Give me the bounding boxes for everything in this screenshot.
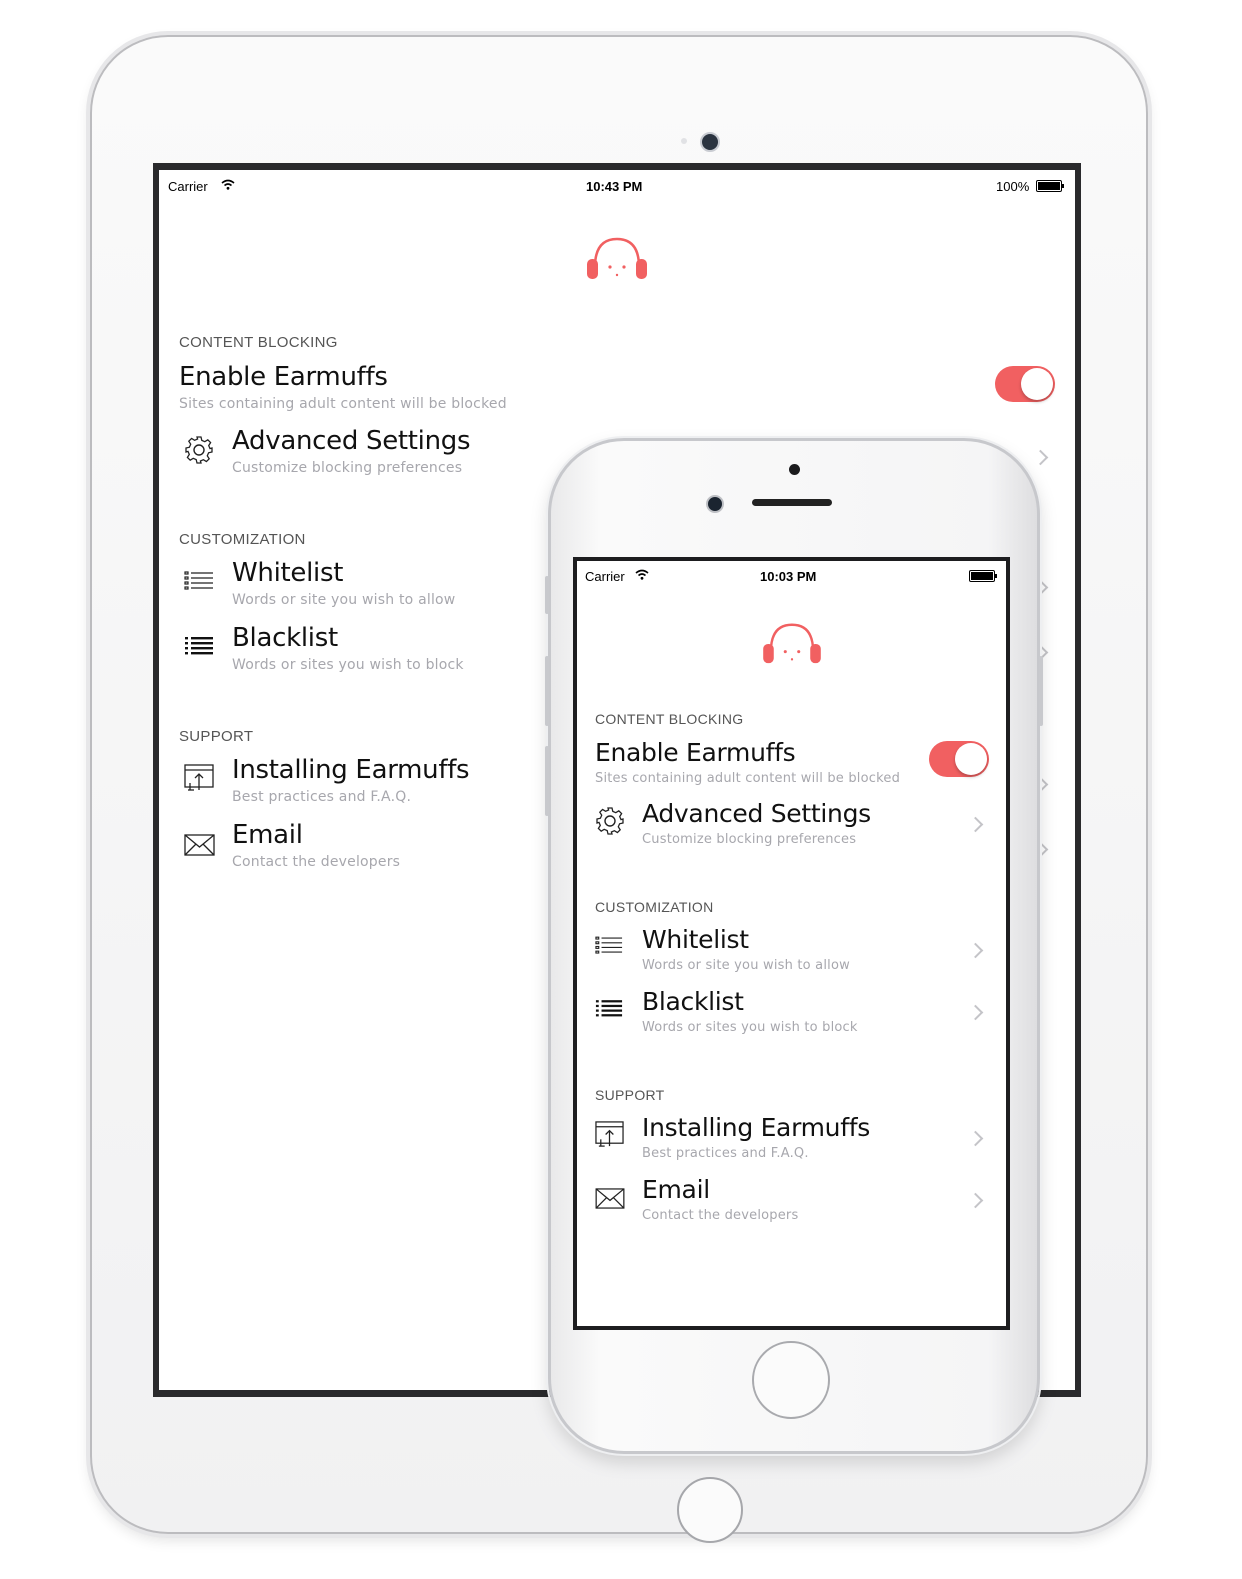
iphone-device-frame: Carrier 10:03 PM CONTENT BLOCKING Enable… xyxy=(545,438,1043,1454)
row-title: Whitelist xyxy=(642,925,749,954)
row-title: Enable Earmuffs xyxy=(595,738,796,767)
envelope-icon xyxy=(595,1188,625,1209)
list-filled-icon xyxy=(185,637,213,655)
row-subtitle: Contact the developers xyxy=(232,854,401,870)
row-title: Blacklist xyxy=(232,623,338,653)
row-subtitle: Customize blocking preferences xyxy=(232,460,463,476)
iphone-camera xyxy=(706,495,724,513)
section-support: SUPPORT xyxy=(179,728,254,745)
enable-earmuffs-toggle[interactable] xyxy=(929,741,989,777)
row-title: Installing Earmuffs xyxy=(642,1113,870,1142)
carrier-label: Carrier xyxy=(585,569,625,584)
row-title: Blacklist xyxy=(642,987,744,1016)
row-subtitle: Contact the developers xyxy=(642,1208,799,1223)
battery-icon xyxy=(969,570,997,582)
chevron-right-icon xyxy=(967,816,984,833)
row-subtitle: Words or site you wish to allow xyxy=(642,958,850,973)
iphone-status-bar: Carrier 10:03 PM xyxy=(577,561,1006,584)
ipad-camera xyxy=(700,132,720,152)
row-subtitle: Best practices and F.A.Q. xyxy=(232,789,412,805)
carrier-label: Carrier xyxy=(168,179,208,194)
row-title: Installing Earmuffs xyxy=(232,755,470,785)
row-subtitle: Best practices and F.A.Q. xyxy=(642,1146,809,1161)
row-title: Advanced Settings xyxy=(232,426,471,456)
iphone-speaker xyxy=(752,499,832,506)
row-subtitle: Words or sites you wish to block xyxy=(642,1020,858,1035)
list-outline-icon xyxy=(184,571,213,590)
chevron-right-icon xyxy=(967,942,984,959)
row-subtitle: Words or sites you wish to block xyxy=(232,657,464,673)
section-content-blocking: CONTENT BLOCKING xyxy=(595,711,744,727)
list-outline-icon xyxy=(595,936,623,954)
iphone-mute-switch xyxy=(545,576,549,614)
install-window-icon xyxy=(595,1121,624,1147)
row-title: Email xyxy=(232,820,303,850)
headphones-face-icon xyxy=(763,623,821,664)
section-content-blocking: CONTENT BLOCKING xyxy=(179,334,338,351)
row-title: Advanced Settings xyxy=(642,799,871,828)
row-subtitle: Sites containing adult content will be b… xyxy=(595,771,901,786)
row-title: Whitelist xyxy=(232,558,344,588)
ipad-home-button[interactable] xyxy=(677,1477,743,1543)
row-title: Email xyxy=(642,1175,710,1204)
chevron-right-icon xyxy=(967,1004,984,1021)
row-title: Enable Earmuffs xyxy=(179,362,388,392)
row-subtitle: Words or site you wish to allow xyxy=(232,592,456,608)
battery-percent: 100% xyxy=(996,179,1030,194)
enable-earmuffs-toggle[interactable] xyxy=(995,366,1055,402)
iphone-proximity-sensor xyxy=(789,464,800,475)
section-customization: CUSTOMIZATION xyxy=(179,531,306,548)
ipad-sensor xyxy=(681,138,687,144)
clock-label: 10:03 PM xyxy=(760,569,817,584)
envelope-icon xyxy=(184,834,215,856)
iphone-screen: Carrier 10:03 PM CONTENT BLOCKING Enable… xyxy=(573,557,1010,1330)
iphone-home-button[interactable] xyxy=(752,1341,830,1419)
row-subtitle: Customize blocking preferences xyxy=(642,832,857,847)
gear-icon xyxy=(596,807,624,835)
wifi-icon xyxy=(221,179,235,190)
iphone-volume-up xyxy=(545,656,549,726)
section-support: SUPPORT xyxy=(595,1087,665,1103)
section-customization: CUSTOMIZATION xyxy=(595,899,714,915)
ipad-status-bar: Carrier 10:43 PM 100% xyxy=(159,170,1075,194)
chevron-right-icon xyxy=(1032,449,1049,466)
headphones-face-icon xyxy=(587,237,647,279)
install-window-icon xyxy=(184,764,214,791)
chevron-right-icon xyxy=(967,1130,984,1147)
iphone-power-button xyxy=(1039,656,1043,726)
chevron-right-icon xyxy=(967,1192,984,1209)
wifi-icon xyxy=(635,569,649,580)
gear-icon xyxy=(185,436,213,464)
iphone-app: Carrier 10:03 PM CONTENT BLOCKING Enable… xyxy=(577,561,1006,1326)
list-filled-icon xyxy=(595,1000,623,1017)
iphone-volume-down xyxy=(545,746,549,816)
battery-icon xyxy=(1036,180,1064,192)
row-subtitle: Sites containing adult content will be b… xyxy=(179,396,507,412)
clock-label: 10:43 PM xyxy=(586,179,643,194)
